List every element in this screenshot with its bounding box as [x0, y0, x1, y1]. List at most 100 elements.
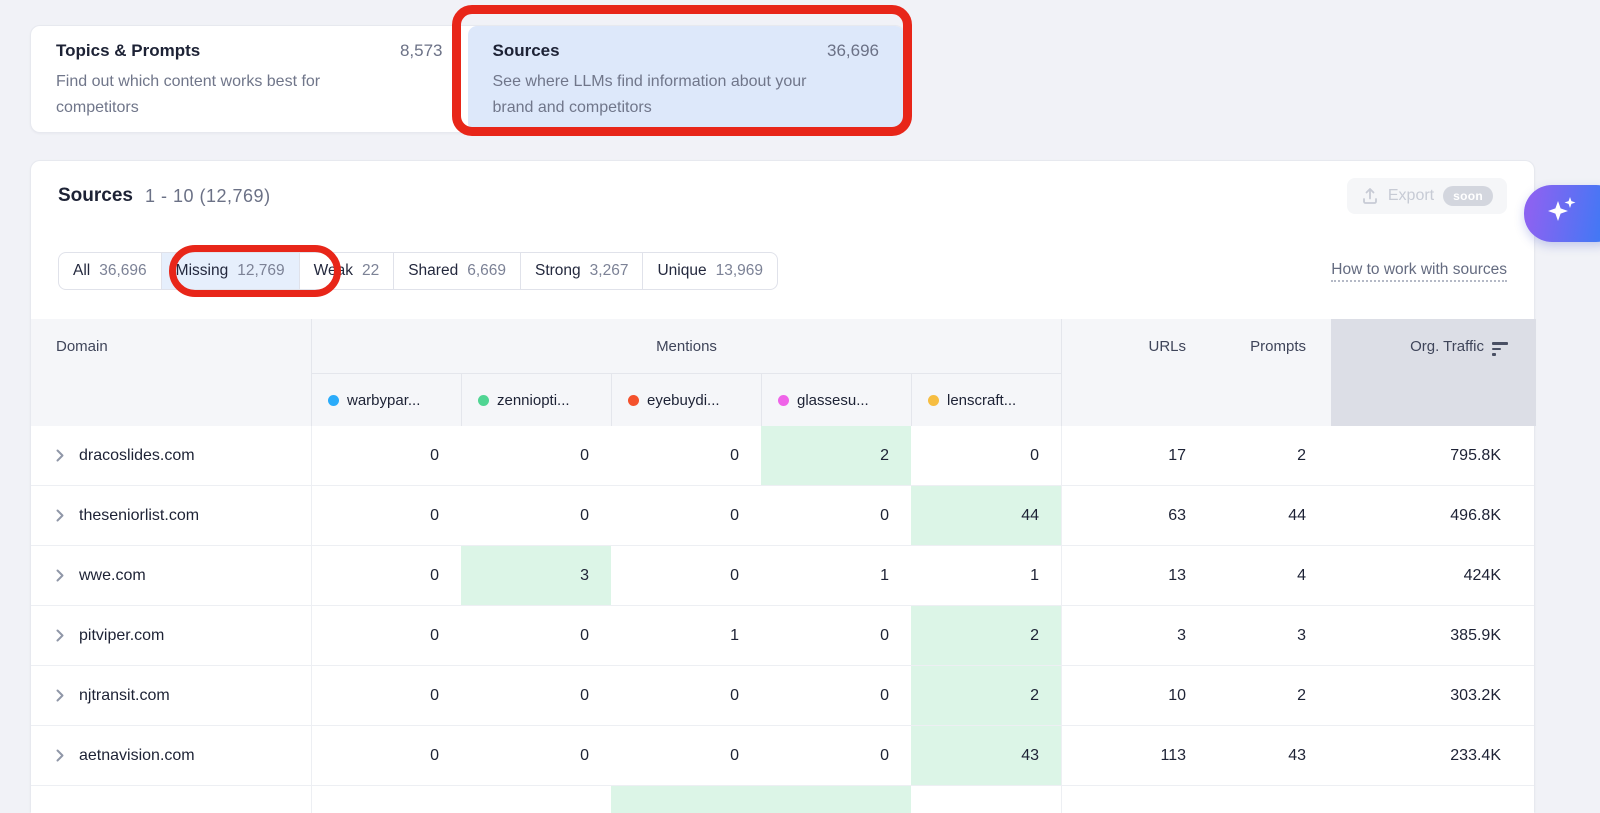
mention-cell	[761, 786, 911, 813]
table-row-partial[interactable]	[31, 786, 1534, 813]
chevron-right-icon[interactable]	[56, 569, 64, 582]
column-header-prompts[interactable]: Prompts	[1211, 319, 1331, 426]
prompts-cell: 3	[1211, 606, 1331, 665]
mention-cell: 0	[761, 606, 911, 665]
org-traffic-cell: 795.8K	[1331, 426, 1536, 485]
column-header-urls[interactable]: URLs	[1061, 319, 1211, 426]
domain-name[interactable]: aetnavision.com	[79, 747, 195, 765]
domain-name[interactable]: njtransit.com	[79, 687, 170, 705]
filter-tab-shared[interactable]: Shared 6,669	[393, 252, 521, 290]
mention-cell: 2	[911, 666, 1061, 725]
org-traffic-cell	[1331, 786, 1536, 813]
prompts-cell	[1211, 786, 1331, 813]
domain-cell: dracoslides.com	[31, 426, 311, 485]
nav-card-count: 36,696	[827, 41, 879, 61]
filter-tab-weak[interactable]: Weak 22	[299, 252, 395, 290]
mention-cell: 1	[761, 546, 911, 605]
mention-cell	[611, 786, 761, 813]
mention-cell: 0	[611, 666, 761, 725]
mention-cell: 0	[611, 426, 761, 485]
prompts-cell: 44	[1211, 486, 1331, 545]
panel-title: Sources	[58, 185, 133, 207]
mention-cell: 0	[311, 426, 461, 485]
ai-assistant-button[interactable]	[1524, 185, 1600, 242]
filter-tab-missing[interactable]: Missing 12,769	[161, 252, 300, 290]
domain-name[interactable]: theseniorlist.com	[79, 507, 199, 525]
mention-cell: 0	[761, 486, 911, 545]
nav-card-description: See where LLMs find information about yo…	[493, 69, 843, 121]
mention-cell	[311, 786, 461, 813]
domain-name[interactable]: dracoslides.com	[79, 447, 195, 465]
nav-cards: Topics & Prompts 8,573 Find out which co…	[30, 25, 905, 133]
domain-cell: njtransit.com	[31, 666, 311, 725]
mention-cell: 0	[611, 486, 761, 545]
prompts-cell: 43	[1211, 726, 1331, 785]
domain-name[interactable]: pitviper.com	[79, 627, 164, 645]
urls-cell: 3	[1061, 606, 1211, 665]
org-traffic-cell: 303.2K	[1331, 666, 1536, 725]
column-header-domain: Domain	[31, 319, 311, 426]
table-row[interactable]: njtransit.com 0 0 0 0 2 10 2 303.2K	[31, 666, 1534, 726]
org-traffic-cell: 385.9K	[1331, 606, 1536, 665]
mention-cell: 0	[311, 546, 461, 605]
table-body: dracoslides.com 0 0 0 2 0 17 2 795.8K th…	[31, 426, 1534, 813]
table-row[interactable]: theseniorlist.com 0 0 0 0 44 63 44 496.8…	[31, 486, 1534, 546]
filter-tab-all[interactable]: All 36,696	[58, 252, 162, 290]
table-row[interactable]: wwe.com 0 3 0 1 1 13 4 424K	[31, 546, 1534, 606]
urls-cell: 10	[1061, 666, 1211, 725]
help-link[interactable]: How to work with sources	[1331, 261, 1507, 282]
mention-cell: 2	[761, 426, 911, 485]
mention-cell: 0	[461, 486, 611, 545]
nav-card-count: 8,573	[400, 41, 443, 61]
export-icon	[1361, 187, 1379, 205]
chevron-right-icon[interactable]	[56, 749, 64, 762]
mention-cell: 2	[911, 606, 1061, 665]
mention-cell: 1	[911, 546, 1061, 605]
column-header-org-traffic[interactable]: Org. Traffic	[1331, 319, 1536, 426]
domain-cell: aetnavision.com	[31, 726, 311, 785]
chevron-right-icon[interactable]	[56, 509, 64, 522]
prompts-cell: 2	[1211, 666, 1331, 725]
mention-cell	[461, 786, 611, 813]
brand-dot-green	[478, 395, 489, 406]
filter-segmented-control: All 36,696 Missing 12,769 Weak 22 Shared…	[58, 252, 778, 290]
column-group-mentions: Mentions	[311, 319, 1061, 373]
domain-name[interactable]: wwe.com	[79, 567, 146, 585]
sparkles-icon	[1542, 191, 1582, 236]
sources-panel: Sources 1 - 10 (12,769) Export soon All …	[30, 160, 1535, 812]
nav-card-title: Topics & Prompts	[56, 41, 200, 61]
export-button[interactable]: Export soon	[1347, 178, 1507, 214]
mention-cell	[911, 786, 1061, 813]
sort-descending-icon	[1492, 342, 1508, 356]
prompts-cell: 4	[1211, 546, 1331, 605]
filter-tab-unique[interactable]: Unique 13,969	[642, 252, 778, 290]
domain-cell: wwe.com	[31, 546, 311, 605]
urls-cell	[1061, 786, 1211, 813]
mention-cell: 43	[911, 726, 1061, 785]
filter-tab-strong[interactable]: Strong 3,267	[520, 252, 643, 290]
mention-cell: 0	[461, 606, 611, 665]
chevron-right-icon[interactable]	[56, 449, 64, 462]
mention-cell: 0	[311, 606, 461, 665]
brand-column-eyebuydirect: eyebuydi...	[611, 373, 761, 426]
export-label: Export	[1388, 187, 1434, 205]
table-row[interactable]: pitviper.com 0 0 1 0 2 3 3 385.9K	[31, 606, 1534, 666]
prompts-cell: 2	[1211, 426, 1331, 485]
nav-card-description: Find out which content works best for co…	[56, 69, 406, 121]
chevron-right-icon[interactable]	[56, 629, 64, 642]
nav-card-sources[interactable]: Sources 36,696 See where LLMs find infor…	[468, 26, 905, 132]
chevron-right-icon[interactable]	[56, 689, 64, 702]
brand-dot-orange	[628, 395, 639, 406]
nav-card-topics-prompts[interactable]: Topics & Prompts 8,573 Find out which co…	[31, 26, 468, 132]
table-row[interactable]: aetnavision.com 0 0 0 0 43 113 43 233.4K	[31, 726, 1534, 786]
brand-dot-pink	[778, 395, 789, 406]
urls-cell: 17	[1061, 426, 1211, 485]
nav-card-title: Sources	[493, 41, 560, 61]
table-header: Domain Mentions warbypar... zenniopti...…	[31, 319, 1534, 426]
urls-cell: 13	[1061, 546, 1211, 605]
mention-cell: 3	[461, 546, 611, 605]
org-traffic-cell: 424K	[1331, 546, 1536, 605]
table-row[interactable]: dracoslides.com 0 0 0 2 0 17 2 795.8K	[31, 426, 1534, 486]
mention-cell: 0	[461, 666, 611, 725]
mention-cell: 0	[611, 726, 761, 785]
